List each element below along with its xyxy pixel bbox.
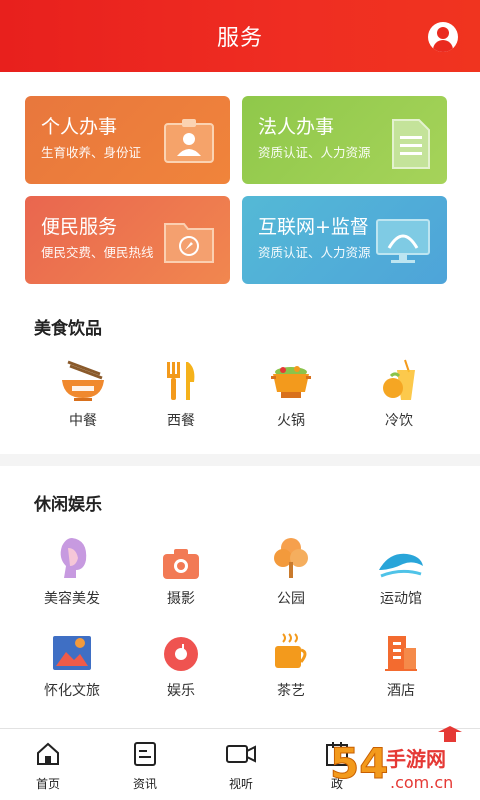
item-label: 酒店 (387, 683, 415, 699)
id-card-icon (164, 119, 214, 163)
cold-drink-icon (383, 359, 415, 400)
tree-icon (274, 538, 308, 578)
home-icon (37, 742, 59, 765)
document-icon (392, 119, 430, 169)
food-item-western[interactable]: 西餐 (131, 358, 231, 430)
card-subtitle: 资质认证、人力资源 (258, 145, 371, 160)
monitor-icon (376, 219, 430, 263)
item-label: 火锅 (277, 413, 305, 429)
food-drinks-section: 美食饮品 中餐 西餐 火锅 冷饮 (0, 292, 480, 454)
item-label: 怀化文旅 (44, 683, 100, 699)
tab-label: 首页 (35, 777, 60, 791)
user-avatar-button[interactable] (428, 22, 458, 52)
page-title: 服务 (216, 26, 263, 51)
leisure-item-photography[interactable]: 摄影 (131, 536, 231, 608)
map-pin-icon (53, 636, 91, 670)
internet-supervision-card[interactable]: 互联网+监督 资质认证、人力资源 (242, 196, 447, 284)
hotel-building-icon (385, 636, 417, 671)
convenience-service-card[interactable]: 便民服务 便民交费、便民热线 (25, 196, 230, 284)
leisure-item-entertainment[interactable]: 娱乐 (131, 628, 231, 700)
item-label: 冷饮 (385, 413, 413, 429)
tea-cup-icon (275, 633, 307, 668)
leisure-item-tea[interactable]: 茶艺 (241, 628, 341, 700)
news-icon (134, 742, 156, 766)
item-label: 中餐 (69, 413, 97, 429)
svg-text:54: 54 (330, 739, 388, 788)
leisure-item-park[interactable]: 公园 (241, 536, 341, 608)
hotpot-icon (271, 366, 311, 398)
tab-home[interactable]: 首页 (13, 741, 83, 792)
tab-label: 资讯 (132, 777, 157, 791)
food-item-hotpot[interactable]: 火锅 (241, 358, 341, 430)
tab-label: 视听 (228, 777, 253, 791)
user-circle-icon (437, 27, 449, 39)
tab-video[interactable]: 视听 (206, 741, 276, 792)
camera-icon (163, 549, 199, 579)
legal-affairs-card[interactable]: 法人办事 资质认证、人力资源 (242, 96, 447, 184)
noodle-bowl-icon (62, 360, 104, 401)
card-subtitle: 生育收养、身份证 (41, 145, 142, 160)
card-subtitle: 便民交费、便民热线 (41, 245, 154, 260)
food-item-cold-drink[interactable]: 冷饮 (349, 358, 449, 430)
card-subtitle: 资质认证、人力资源 (258, 245, 371, 260)
svg-text:手游网: 手游网 (386, 747, 446, 771)
item-label: 西餐 (167, 413, 195, 429)
service-cards: 个人办事 生育收养、身份证 法人办事 资质认证、人力资源 便民服务 便民交费、便… (0, 72, 480, 292)
leisure-item-hotel[interactable]: 酒店 (351, 628, 451, 700)
item-label: 摄影 (167, 591, 195, 607)
leisure-item-stadium[interactable]: 运动馆 (351, 536, 451, 608)
section-title: 休闲娱乐 (34, 495, 102, 515)
swim-wave-icon (379, 553, 423, 578)
app-header: 服务 (0, 0, 480, 72)
personal-affairs-card[interactable]: 个人办事 生育收养、身份证 (25, 96, 230, 184)
item-label: 公园 (277, 591, 305, 607)
item-label: 运动馆 (380, 591, 422, 607)
tab-news[interactable]: 资讯 (110, 741, 180, 792)
hair-salon-icon (60, 538, 87, 578)
video-icon (226, 745, 256, 763)
leisure-item-beauty[interactable]: 美容美发 (22, 536, 122, 608)
item-label: 娱乐 (167, 683, 195, 699)
svg-text:.com.cn: .com.cn (390, 773, 453, 792)
fork-knife-icon (167, 362, 195, 400)
section-title: 美食饮品 (34, 319, 102, 339)
item-label: 美容美发 (44, 591, 100, 607)
item-label: 茶艺 (277, 683, 305, 699)
leisure-entertainment-section: 休闲娱乐 美容美发 摄影 公园 运动馆 怀化文旅 娱乐 茶艺 酒店 (0, 466, 480, 728)
leisure-item-culture-tourism[interactable]: 怀化文旅 (22, 628, 122, 700)
food-item-chinese[interactable]: 中餐 (33, 358, 133, 430)
compass-folder-icon (164, 223, 214, 263)
watermark-logo: 54 手游网 .com.cn (330, 726, 462, 792)
music-disc-icon (164, 637, 198, 671)
